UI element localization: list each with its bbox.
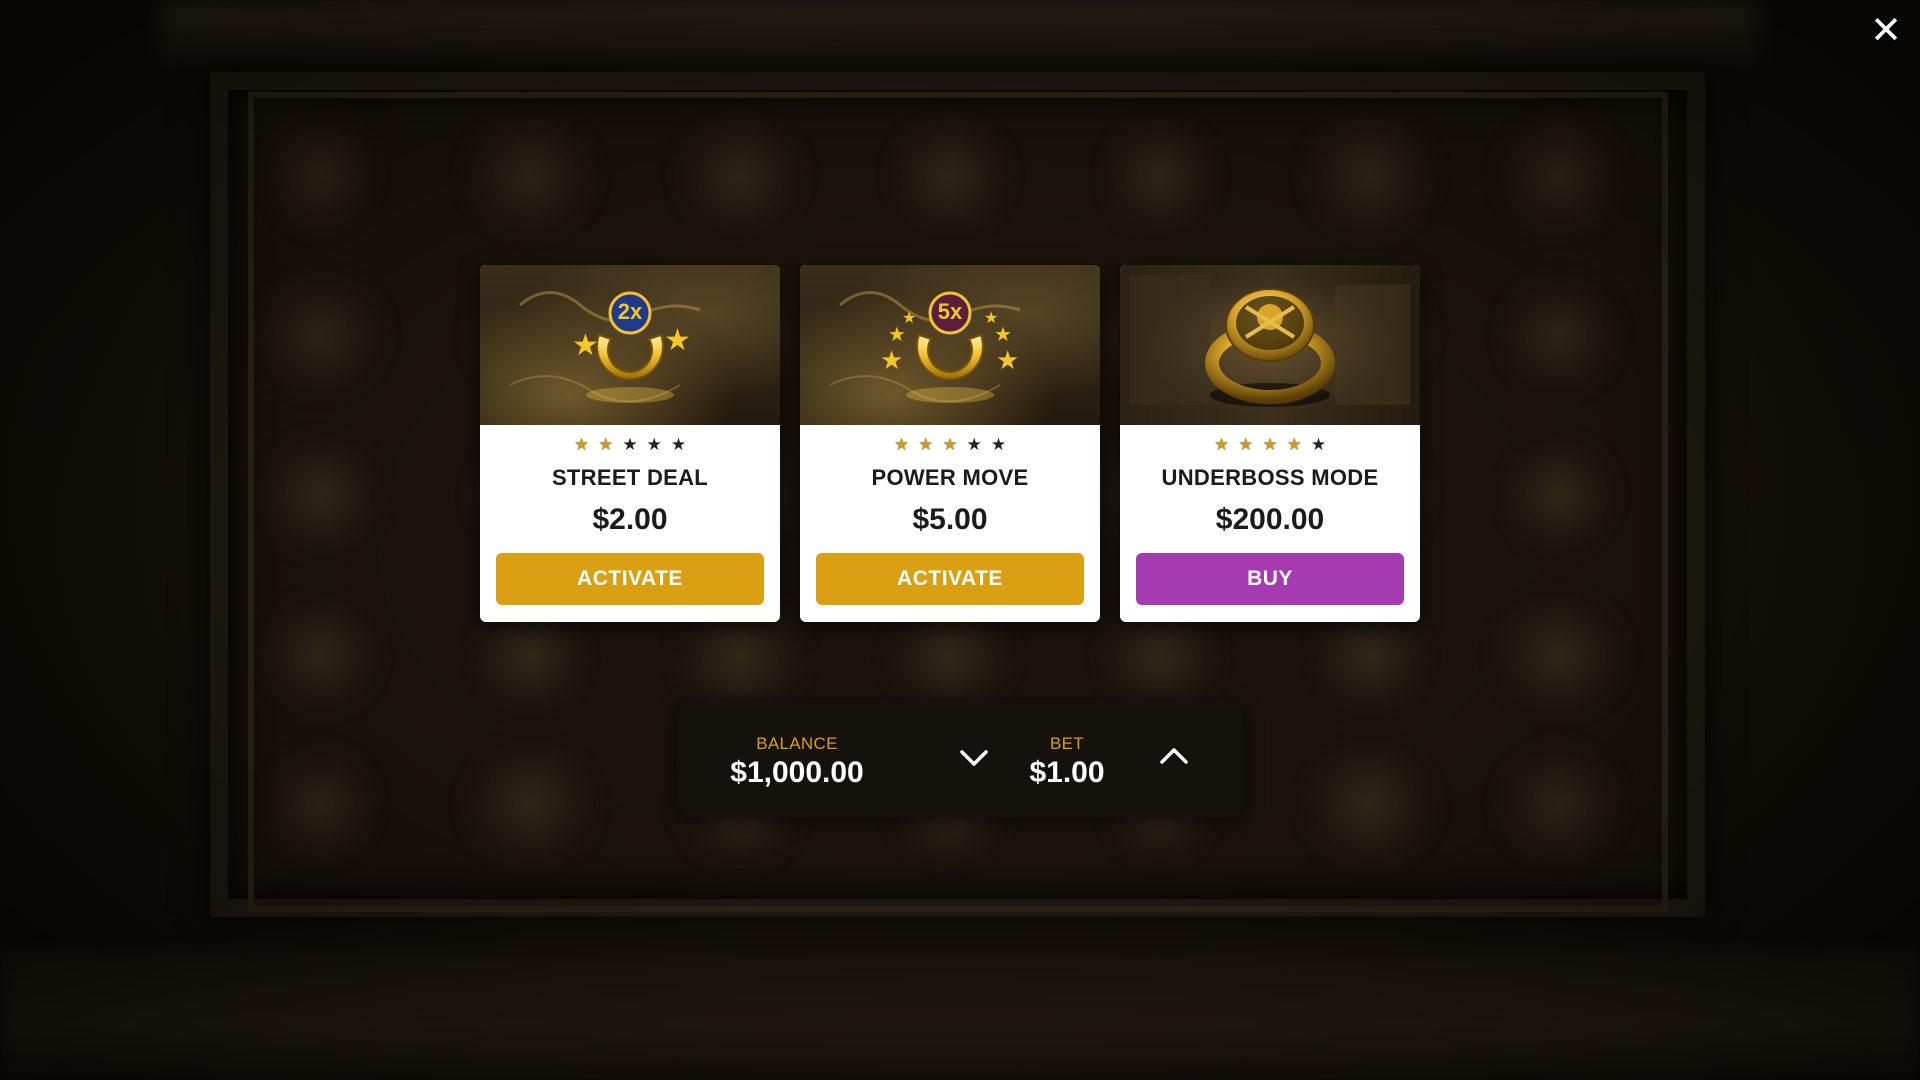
card-title: STREET DEAL <box>551 465 709 490</box>
card-art-signet-ring <box>1120 265 1420 425</box>
balance-bet-panel: BALANCE $1,000.00 BET $1.00 <box>677 700 1244 818</box>
star-empty-icon: ★ <box>670 435 687 455</box>
svg-text:★: ★ <box>994 322 1012 346</box>
close-button[interactable]: ✕ <box>1866 10 1906 50</box>
close-icon: ✕ <box>1870 8 1902 52</box>
activate-power-move-button[interactable]: ACTIVATE <box>816 553 1084 605</box>
card-body: ★ ★ ★ ★ ★ POWER MOVE $5.00 ACTIVATE <box>800 425 1100 622</box>
card-body: ★ ★ ★ ★ ★ STREET DEAL $2.00 ACTIVATE <box>480 425 780 622</box>
star-rating: ★ ★ ★ ★ ★ <box>894 435 1006 455</box>
star-empty-icon: ★ <box>622 435 638 455</box>
star-filled-icon: ★ <box>893 435 910 455</box>
svg-text:★: ★ <box>902 308 916 327</box>
horseshoe-icon: ★ ★ <box>509 291 701 403</box>
star-filled-icon: ★ <box>1262 435 1278 455</box>
card-body: ★ ★ ★ ★ ★ UNDERBOSS MODE $200.00 BUY <box>1120 425 1420 622</box>
feature-card-street-deal: ★ ★ 2x ★ ★ ★ ★ ★ STREET DEAL $2.00 ACTIVATE <box>480 265 780 622</box>
bet-decrease-button[interactable] <box>954 738 994 778</box>
multiplier-badge-2x: 2x <box>617 299 643 324</box>
star-rating: ★ ★ ★ ★ ★ <box>1214 435 1326 455</box>
card-title: UNDERBOSS MODE <box>1161 465 1379 490</box>
svg-text:★: ★ <box>880 346 903 376</box>
card-price: $200.00 <box>1215 503 1325 536</box>
star-rating: ★ ★ ★ ★ ★ <box>574 435 686 455</box>
star-filled-icon: ★ <box>942 435 958 455</box>
svg-text:★: ★ <box>572 328 599 363</box>
multiplier-badge-5x: 5x <box>937 299 963 324</box>
feature-card-underboss-mode: ★ ★ ★ ★ ★ UNDERBOSS MODE $200.00 BUY <box>1120 265 1420 622</box>
balance-value: $1,000.00 <box>730 756 864 789</box>
feature-cards: ★ ★ 2x ★ ★ ★ ★ ★ STREET DEAL $2.00 ACTIVATE <box>480 265 1420 622</box>
bet-increase-button[interactable] <box>1154 736 1194 776</box>
signet-ring-icon <box>1130 275 1410 407</box>
bet-value: $1.00 <box>1029 756 1105 789</box>
star-filled-icon: ★ <box>573 435 590 455</box>
balance-label: BALANCE <box>756 734 838 753</box>
card-title: POWER MOVE <box>871 465 1029 490</box>
buy-underboss-mode-button[interactable]: BUY <box>1136 553 1404 605</box>
bet-label: BET <box>1050 734 1084 753</box>
star-empty-icon: ★ <box>646 435 662 455</box>
star-filled-icon: ★ <box>918 435 934 455</box>
star-empty-icon: ★ <box>1310 435 1327 455</box>
card-art-horseshoe-2x: ★ ★ 2x <box>480 265 780 425</box>
card-price: $2.00 <box>592 503 668 536</box>
star-filled-icon: ★ <box>598 435 614 455</box>
feature-card-power-move: ★ ★ ★ ★ ★ ★ 5x ★ ★ ★ ★ ★ POWER MOVE $5.00 AC… <box>800 265 1100 622</box>
activate-street-deal-button[interactable]: ACTIVATE <box>496 553 764 605</box>
star-filled-icon: ★ <box>1213 435 1230 455</box>
svg-text:★: ★ <box>664 323 691 358</box>
chevron-down-icon <box>960 750 988 766</box>
star-filled-icon: ★ <box>1286 435 1302 455</box>
chevron-up-icon <box>1160 748 1188 764</box>
svg-text:★: ★ <box>996 346 1019 376</box>
card-art-horseshoe-5x: ★ ★ ★ ★ ★ ★ 5x <box>800 265 1100 425</box>
star-empty-icon: ★ <box>990 435 1007 455</box>
horseshoe-icon: ★ ★ ★ ★ ★ ★ <box>829 291 1021 403</box>
star-filled-icon: ★ <box>1238 435 1254 455</box>
card-price: $5.00 <box>912 503 988 536</box>
star-empty-icon: ★ <box>966 435 982 455</box>
